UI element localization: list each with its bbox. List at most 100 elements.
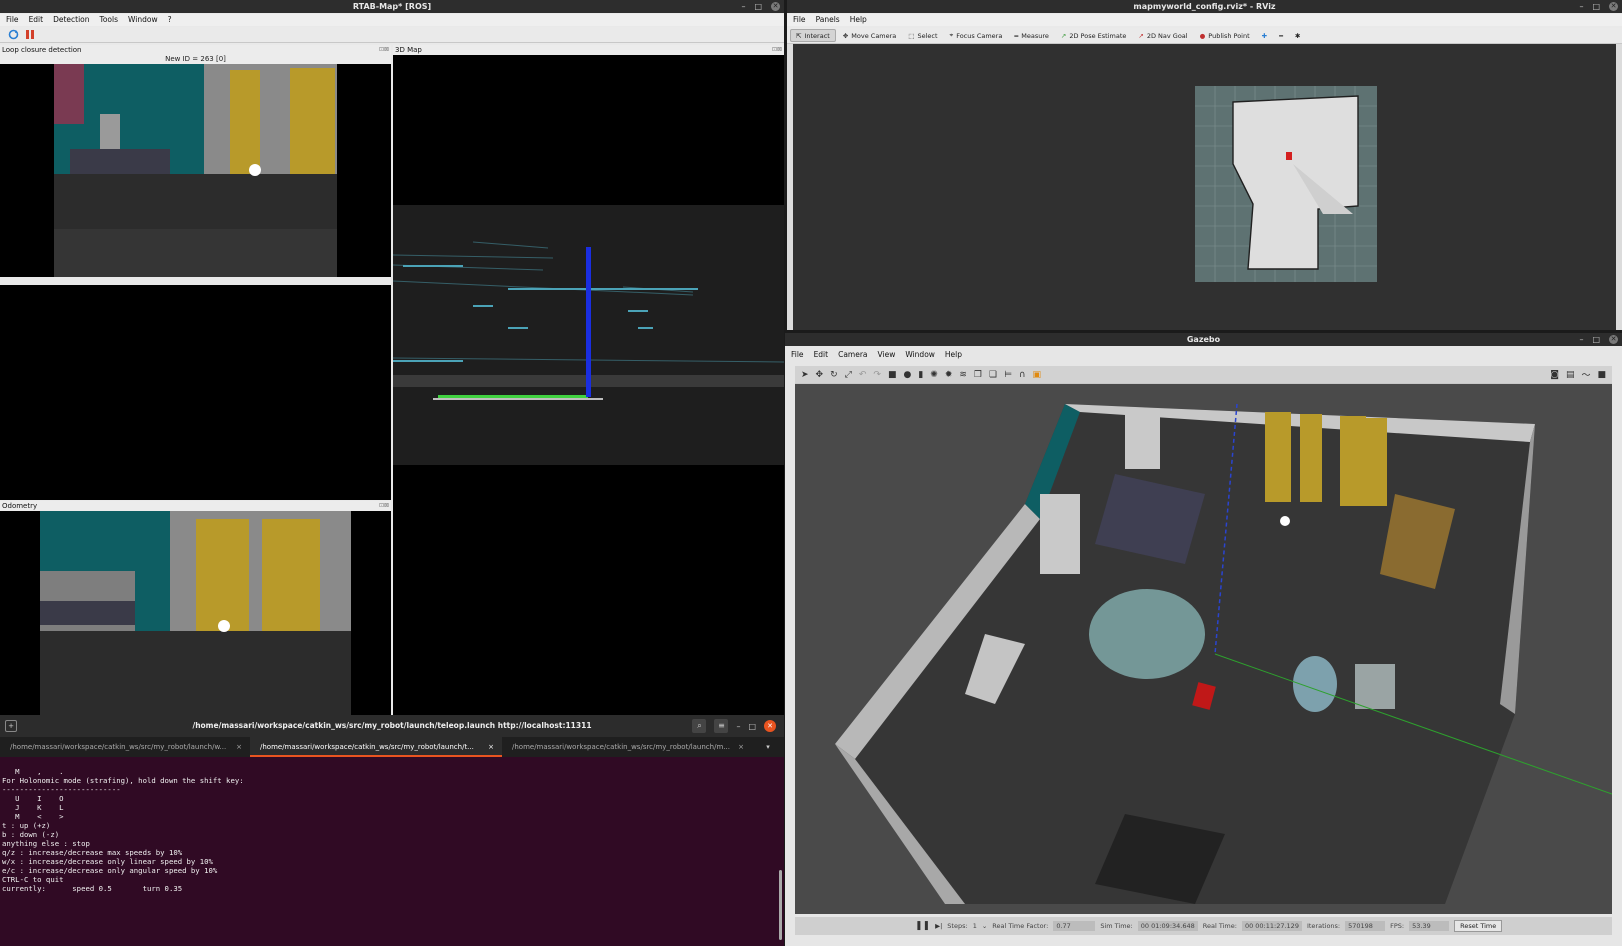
menu-tools[interactable]: Tools (100, 14, 118, 26)
terminal-tabbar: /home/massari/workspace/catkin_ws/src/my… (0, 737, 784, 757)
nav-goal-tool-button[interactable]: ↗ 2D Nav Goal (1133, 29, 1192, 42)
terminal-tab-1-label: /home/massari/workspace/catkin_ws/src/my… (10, 743, 227, 751)
align-icon[interactable]: ⊨ (1004, 370, 1012, 380)
maximize-icon[interactable]: □ (1592, 0, 1600, 13)
publish-point-tool-button[interactable]: ● Publish Point (1195, 29, 1255, 42)
terminal-scrollbar[interactable] (779, 870, 782, 940)
gazebo-3d-scene[interactable] (795, 384, 1612, 914)
menu-file[interactable]: File (6, 14, 19, 26)
focus-camera-tool-button[interactable]: ⌖ Focus Camera (945, 29, 1008, 42)
terminal-output[interactable]: M , . For Holonomic mode (strafing), hold… (2, 758, 244, 911)
rviz-toolbar: ⇱ Interact ✥ Move Camera ⬚ Select ⌖ Focus Ca… (787, 28, 1622, 44)
copy-icon[interactable]: ❐ (974, 370, 982, 380)
rotate-icon[interactable]: ↻ (830, 370, 838, 380)
minimize-icon[interactable]: – (1579, 333, 1583, 346)
rviz-right-splitter[interactable] (1616, 44, 1622, 330)
reset-time-button[interactable]: Reset Time (1454, 920, 1503, 932)
rviz-3d-view[interactable] (793, 44, 1616, 330)
gazebo-menu-help[interactable]: Help (945, 349, 962, 361)
gazebo-menu-file[interactable]: File (791, 349, 804, 361)
point-light-icon[interactable]: ✺ (930, 370, 938, 380)
close-tab-icon[interactable]: × (488, 737, 494, 757)
rviz-menu-help[interactable]: Help (850, 14, 867, 26)
close-icon[interactable]: ✕ (764, 720, 776, 732)
point-cloud-view (393, 205, 784, 465)
hamburger-menu-icon[interactable]: ≡ (714, 719, 729, 733)
step-icon[interactable]: ▶| (935, 922, 942, 930)
new-id-label: New ID = 263 [0] (0, 55, 391, 64)
maximize-icon[interactable]: □ (1592, 333, 1600, 346)
menu-edit[interactable]: Edit (29, 14, 44, 26)
paste-icon[interactable]: ❏ (989, 370, 997, 380)
pane-buttons-icon[interactable]: ⊡⊠ (772, 45, 782, 55)
minus-icon: ━ (1279, 31, 1284, 40)
close-tab-icon[interactable]: × (236, 737, 242, 757)
menu-detection[interactable]: Detection (53, 14, 89, 26)
tool-properties-button[interactable]: ✱ (1290, 29, 1305, 42)
minimize-icon[interactable]: – (736, 722, 740, 731)
move-camera-tool-button[interactable]: ✥ Move Camera (838, 29, 901, 42)
close-icon[interactable]: ✕ (1609, 2, 1618, 11)
gazebo-menu-view[interactable]: View (878, 349, 896, 361)
gazebo-menu-edit[interactable]: Edit (814, 349, 829, 361)
terminal-tab-1[interactable]: /home/massari/workspace/catkin_ws/src/my… (0, 737, 250, 757)
scale-icon[interactable]: ⤢ (845, 370, 852, 380)
pose-estimate-tool-button[interactable]: ↗ 2D Pose Estimate (1056, 29, 1132, 42)
plot-icon[interactable]: 〜 (1581, 368, 1590, 381)
interact-tool-button[interactable]: ⇱ Interact (790, 29, 836, 42)
screenshot-icon[interactable]: ◙ (1550, 370, 1559, 380)
cylinder-shape-icon[interactable]: ▮ (918, 370, 923, 380)
pause-icon[interactable] (25, 29, 35, 40)
terminal-line: b : down (-z) (2, 830, 60, 839)
terminal-tab-3[interactable]: /home/massari/workspace/catkin_ws/src/my… (502, 737, 752, 757)
spot-light-icon[interactable]: ✹ (945, 370, 953, 380)
search-icon[interactable]: ⌕ (692, 719, 707, 733)
maximize-icon[interactable]: □ (754, 0, 762, 13)
orange-mode-icon[interactable]: ▣ (1033, 370, 1042, 380)
select-mode-icon[interactable]: ➤ (801, 370, 809, 380)
gazebo-menu-camera[interactable]: Camera (838, 349, 867, 361)
rviz-menu-file[interactable]: File (793, 14, 806, 26)
select-tool-button[interactable]: ⬚ Select (903, 29, 942, 42)
steps-spinner-icon[interactable]: ⌄ (982, 922, 987, 930)
gazebo-menu-window[interactable]: Window (905, 349, 935, 361)
log-icon[interactable]: ▤ (1566, 370, 1575, 380)
measure-tool-button[interactable]: ═ Measure (1009, 29, 1054, 42)
sphere-shape-icon[interactable]: ● (903, 370, 911, 380)
close-icon[interactable]: ✕ (771, 2, 780, 11)
tabs-dropdown-icon[interactable]: ▾ (752, 737, 784, 757)
minimize-icon[interactable]: – (1579, 0, 1583, 13)
redo-icon[interactable]: ↷ (873, 370, 881, 380)
rviz-menu-panels[interactable]: Panels (816, 14, 840, 26)
focus-camera-icon: ⌖ (949, 31, 954, 39)
pause-icon[interactable]: ❚❚ (915, 921, 930, 931)
refresh-icon[interactable] (8, 29, 19, 40)
sim-time-value: 00 01:09:34.648 (1137, 921, 1198, 931)
close-tab-icon[interactable]: × (738, 737, 744, 757)
close-icon[interactable]: ✕ (1609, 335, 1618, 344)
pane-buttons-icon[interactable]: ⊡⊠ (379, 45, 389, 55)
snap-icon[interactable]: ∩ (1019, 370, 1026, 380)
publish-point-icon: ● (1199, 31, 1206, 40)
terminal-line: For Holonomic mode (strafing), hold down… (2, 776, 244, 785)
undo-icon[interactable]: ↶ (859, 370, 867, 380)
move-camera-icon: ✥ (842, 31, 849, 40)
move-camera-label: Move Camera (851, 31, 897, 40)
steps-value[interactable]: 1 (973, 922, 977, 930)
menu-window[interactable]: Window (128, 14, 158, 26)
minimize-icon[interactable]: – (741, 0, 745, 13)
terminal-titlebar: + /home/massari/workspace/catkin_ws/src/… (0, 715, 784, 737)
directional-light-icon[interactable]: ≋ (959, 370, 967, 380)
maximize-icon[interactable]: □ (748, 722, 756, 731)
add-tool-button[interactable]: ✚ (1257, 29, 1272, 42)
remove-tool-button[interactable]: ━ (1274, 29, 1288, 42)
map-3d-view[interactable] (393, 55, 784, 715)
rviz-menubar: File Panels Help (787, 14, 1622, 26)
video-record-icon[interactable]: ■ (1597, 370, 1612, 380)
terminal-tab-2[interactable]: /home/massari/workspace/catkin_ws/src/my… (250, 737, 502, 757)
terminal-line: --------------------------- (2, 785, 121, 794)
menu-help[interactable]: ? (168, 14, 172, 26)
pane-buttons-icon[interactable]: ⊡⊠ (379, 501, 389, 511)
box-shape-icon[interactable]: ■ (888, 370, 897, 380)
translate-icon[interactable]: ✥ (816, 370, 824, 380)
